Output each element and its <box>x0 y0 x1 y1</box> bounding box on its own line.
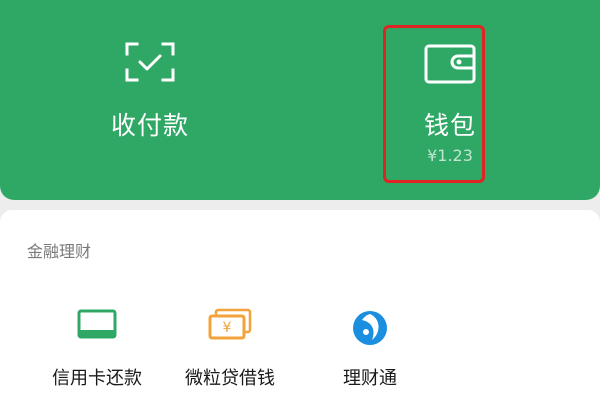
wallet-highlight-box <box>383 25 485 183</box>
receive-pay-label: 收付款 <box>110 111 189 140</box>
scan-icon <box>125 42 175 82</box>
licaitong-icon <box>353 311 387 345</box>
weilidai-button[interactable]: ¥ 微粒贷借钱 <box>150 298 310 408</box>
section-title: 金融理财 <box>27 242 92 261</box>
receive-pay-button[interactable]: 收付款 <box>0 0 300 200</box>
weilidai-label: 微粒贷借钱 <box>185 368 275 389</box>
finance-card: 金融理财 信用卡还款 ¥ 微粒贷借钱 理财通 <box>0 210 600 420</box>
yuan-bill-icon: ¥ <box>208 308 252 340</box>
credit-card-icon <box>77 309 117 339</box>
top-panel: 收付款 钱包 ¥1.23 <box>0 0 600 200</box>
svg-text:¥: ¥ <box>223 320 232 336</box>
licaitong-label: 理财通 <box>343 368 397 389</box>
licaitong-button[interactable]: 理财通 <box>290 298 450 408</box>
